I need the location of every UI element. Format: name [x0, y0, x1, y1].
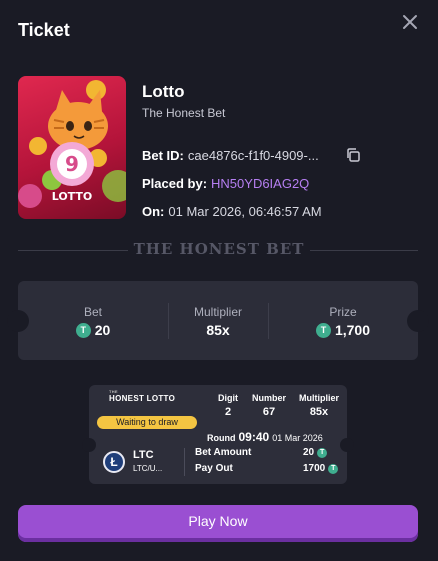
- ticket-separator: [184, 448, 185, 476]
- stat-prize: Prize 1,700: [268, 281, 418, 360]
- divider-right: [310, 250, 418, 251]
- bet-id-value: cae4876c-f1f0-4909-...: [187, 148, 319, 163]
- game-thumbnail: 9 LOTTO: [18, 76, 126, 219]
- honest-bet-heading: THE HONEST BET: [133, 240, 305, 258]
- payout-label: Pay Out: [195, 463, 233, 474]
- bet-id-row: Bet ID: cae4876c-f1f0-4909-...: [142, 148, 319, 163]
- tether-icon: [328, 463, 339, 474]
- payout-value: 1700: [303, 463, 326, 474]
- play-now-button[interactable]: Play Now: [18, 505, 418, 542]
- digit-column: Digit 2: [213, 393, 243, 418]
- round-date: 01 Mar 2026: [272, 433, 323, 443]
- placed-by-label: Placed by:: [142, 176, 208, 191]
- round-info: Round 09:40 01 Mar 2026: [207, 430, 323, 444]
- digit-value: 2: [224, 406, 232, 418]
- stat-multiplier-label: Multiplier: [193, 305, 242, 319]
- bet-amount-value: 20: [303, 447, 315, 458]
- coin-name: LTC: [133, 449, 154, 461]
- tether-icon: [315, 322, 331, 338]
- player-link[interactable]: HN50YD6IAG2Q: [211, 176, 309, 191]
- game-name: Lotto: [142, 82, 185, 101]
- svg-text:LOTTO: LOTTO: [52, 190, 93, 203]
- lotto-ticket-card: THE HONEST LOTTO Waiting to draw Digit 2 …: [82, 385, 354, 484]
- round-time: 09:40: [238, 430, 270, 444]
- ticket-multiplier-value: 85x: [309, 406, 329, 418]
- placed-by-row: Placed by: HN50YD6IAG2Q: [142, 176, 309, 191]
- copy-icon[interactable]: [345, 147, 361, 163]
- game-subtitle: The Honest Bet: [142, 106, 226, 120]
- date-label: On:: [142, 204, 165, 219]
- stat-multiplier: Multiplier 85x: [168, 281, 268, 360]
- honest-lotto-logo: THE HONEST LOTTO: [109, 389, 176, 403]
- payout-row: Pay Out 1700: [195, 463, 339, 474]
- tether-icon: [75, 322, 91, 338]
- svg-text:9: 9: [65, 152, 79, 176]
- stat-multiplier-value: 85x: [206, 322, 230, 338]
- bet-id-label: Bet ID:: [142, 148, 184, 163]
- ticket-notch-right: [340, 438, 354, 452]
- status-badge: Waiting to draw: [97, 416, 197, 429]
- bet-summary-panel: Bet 20 Multiplier 85x Prize 1,700: [7, 281, 429, 360]
- litecoin-icon: [103, 451, 125, 473]
- digit-label: Digit: [218, 393, 238, 403]
- coin-pair: LTC/U...: [133, 464, 163, 473]
- number-label: Number: [251, 393, 286, 403]
- stat-prize-label: Prize: [329, 305, 357, 319]
- close-icon[interactable]: [398, 10, 422, 34]
- bet-amount-label: Bet Amount: [195, 447, 252, 458]
- lotto-illustration: 9 LOTTO: [18, 80, 126, 208]
- stat-bet-label: Bet: [83, 305, 102, 319]
- stat-bet-value: 20: [94, 322, 111, 338]
- date-value: 01 Mar 2026, 06:46:57 AM: [168, 204, 322, 219]
- date-row: On: 01 Mar 2026, 06:46:57 AM: [142, 204, 322, 219]
- dialog-title: Ticket: [18, 20, 70, 40]
- ticket-notch-left: [82, 438, 96, 452]
- ticket-dialog: Ticket 9 LOTTO Lotto The Honest Bet Bet …: [0, 0, 438, 561]
- ticket-multiplier-label: Multiplier: [299, 393, 339, 403]
- multiplier-column: Multiplier 85x: [295, 393, 343, 418]
- round-label: Round: [207, 433, 236, 443]
- stat-bet: Bet 20: [18, 281, 168, 360]
- number-value: 67: [262, 406, 276, 418]
- bet-amount-row: Bet Amount 20: [195, 447, 328, 458]
- tether-icon: [317, 447, 328, 458]
- number-column: Number 67: [249, 393, 289, 418]
- stat-prize-value: 1,700: [334, 322, 371, 338]
